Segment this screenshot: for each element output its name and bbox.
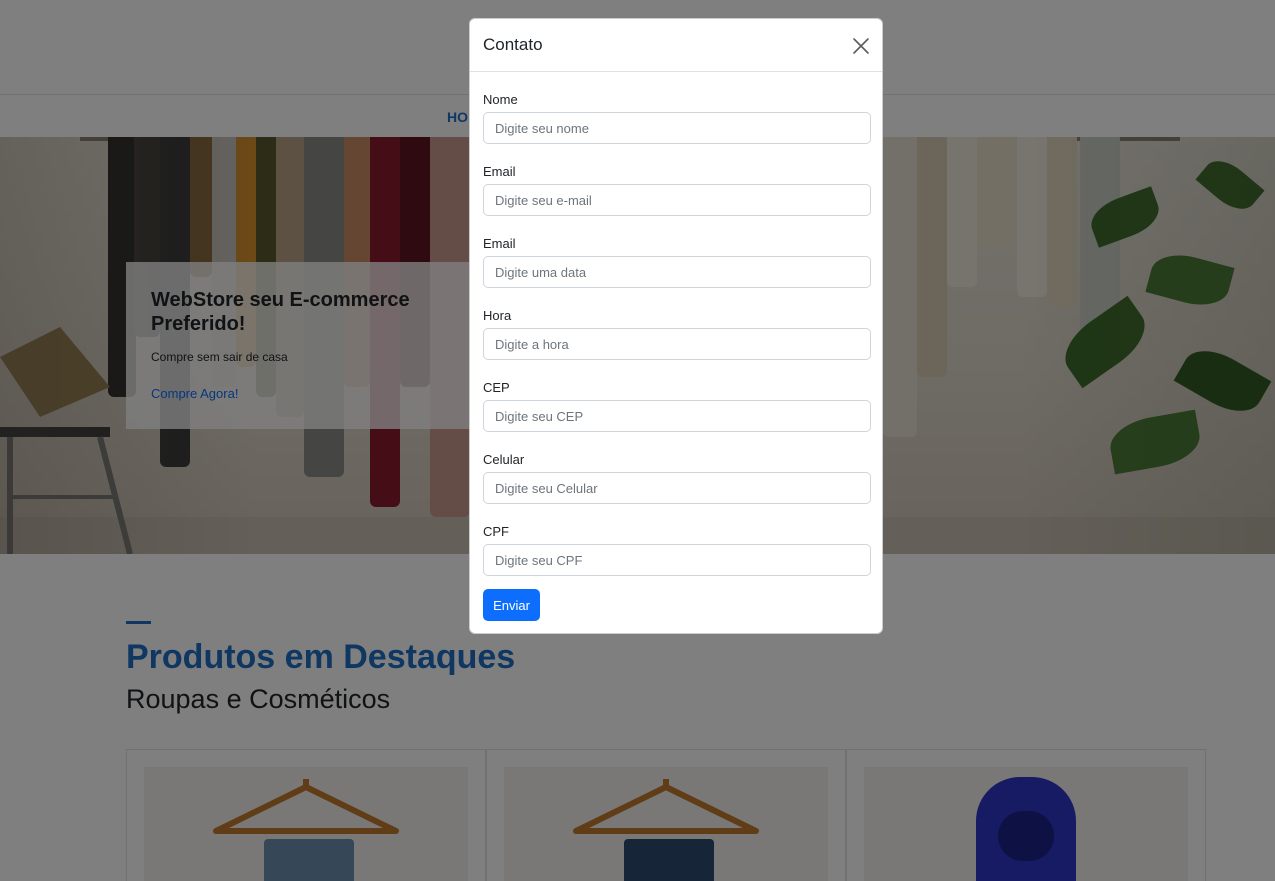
submit-button[interactable]: Enviar: [483, 589, 540, 621]
name-input[interactable]: [483, 112, 871, 144]
time-label: Hora: [483, 308, 512, 323]
date-label: Email: [483, 236, 516, 251]
contact-modal: Contato Nome Email Email Hora CEP Celula…: [469, 18, 883, 634]
cpf-input[interactable]: [483, 544, 871, 576]
close-button[interactable]: [850, 35, 872, 57]
cpf-label: CPF: [483, 524, 509, 539]
modal-header: Contato: [470, 19, 882, 72]
modal-title: Contato: [483, 35, 543, 54]
date-input[interactable]: [483, 256, 871, 288]
phone-label: Celular: [483, 452, 525, 467]
name-label: Nome: [483, 92, 518, 107]
time-input[interactable]: [483, 328, 871, 360]
cep-label: CEP: [483, 380, 510, 395]
phone-input[interactable]: [483, 472, 871, 504]
close-icon: [853, 38, 869, 54]
email-label: Email: [483, 164, 516, 179]
cep-input[interactable]: [483, 400, 871, 432]
email-input[interactable]: [483, 184, 871, 216]
